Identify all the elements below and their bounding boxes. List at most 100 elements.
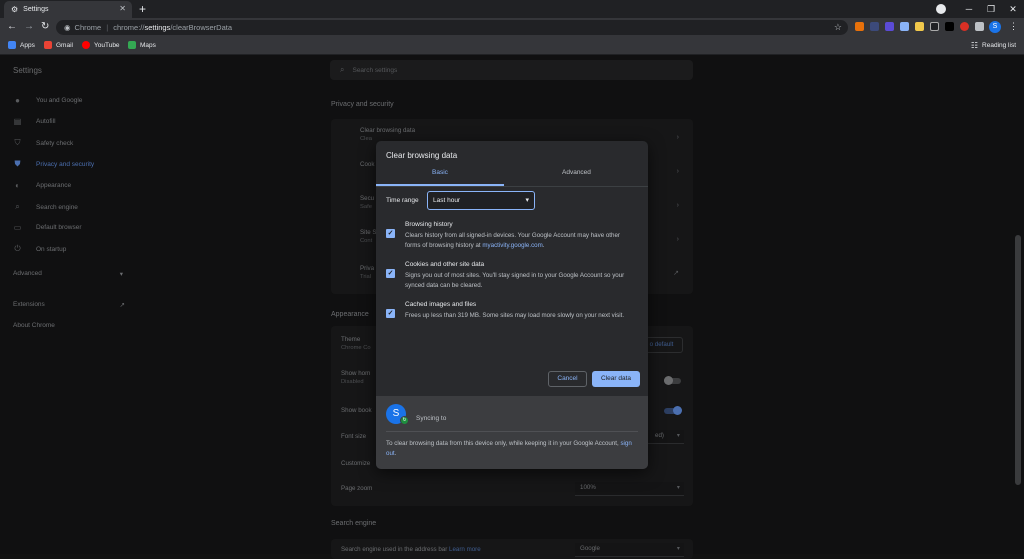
sidebar-item-label: Autofill (36, 118, 56, 125)
chevron-down-icon: ▾ (119, 270, 123, 278)
extension-icon[interactable] (900, 22, 909, 31)
profile-avatar[interactable]: S (989, 21, 1001, 33)
sidebar-item-search-engine[interactable]: ⌕ Search engine (13, 202, 78, 212)
sidebar-item-you-and-google[interactable]: ● You and Google (13, 96, 82, 105)
time-range-select[interactable]: Last hour ▾ (427, 191, 535, 210)
row-title: Show book (341, 407, 372, 414)
apps-icon (8, 41, 16, 49)
learn-more-link[interactable]: Learn more (449, 546, 481, 553)
search-icon: ⌕ (340, 65, 345, 74)
sidebar-item-on-startup[interactable]: ⏻ On startup (13, 244, 66, 254)
clear-data-button[interactable]: Clear data (592, 371, 640, 387)
puzzle-icon[interactable] (975, 22, 984, 31)
option-cookies: ✓ Cookies and other site data Signs you … (386, 261, 638, 295)
url-scheme: chrome:// (113, 23, 145, 32)
window-controls: ─ ❐ ✕ (936, 0, 1024, 18)
sidebar-item-label: Default browser (36, 224, 82, 231)
option-cache: ✓ Cached images and files Frees up less … (386, 301, 638, 335)
privacy-row[interactable]: Secu Safe (360, 195, 374, 210)
profile-indicator-icon[interactable] (936, 4, 946, 14)
bookmark-star-icon[interactable]: ☆ (834, 22, 842, 33)
scrollbar[interactable] (1015, 235, 1021, 485)
show-home-row[interactable]: Show hom Disabled (341, 370, 370, 385)
tab-divider (376, 186, 648, 187)
browsing-history-checkbox[interactable]: ✓ (386, 229, 395, 238)
privacy-row[interactable]: Site S Cont (360, 229, 377, 244)
privacy-row[interactable]: Cook (360, 161, 374, 168)
bookmark-gmail[interactable]: Gmail (44, 41, 73, 49)
sync-icon: ↻ (400, 416, 409, 425)
close-tab-icon[interactable]: ✕ (119, 4, 126, 13)
url-separator: | (106, 23, 109, 32)
option-desc-end: . (542, 242, 545, 249)
privacy-row[interactable]: Priva Trial (360, 265, 374, 280)
reload-icon[interactable]: ↻ (41, 21, 49, 32)
bookmark-maps[interactable]: Maps (128, 41, 156, 49)
extension-icon[interactable] (960, 22, 969, 31)
search-icon: ⌕ (15, 202, 20, 211)
bookmark-label: YouTube (94, 41, 120, 49)
theme-row[interactable]: Theme Chrome Co (341, 336, 371, 351)
search-engine-row: Search engine used in the address bar Le… (341, 546, 481, 553)
option-title: Cached images and files (405, 301, 477, 308)
extensions-bar (855, 22, 984, 31)
show-bookmarks-row[interactable]: Show book (341, 407, 372, 414)
sidebar-item-label: Advanced (13, 270, 42, 277)
external-link-icon: ↗ (673, 270, 679, 277)
sidebar-item-appearance[interactable]: ◐ Appearance (13, 181, 71, 190)
bookmark-apps[interactable]: Apps (8, 41, 35, 49)
extension-icon[interactable] (915, 22, 924, 31)
sync-status: Syncing to (416, 415, 447, 422)
myactivity-link[interactable]: myactivity.google.com (482, 242, 542, 249)
row-subtitle: Trial (360, 274, 372, 280)
address-bar[interactable]: ◉ Chrome | chrome://settings/clearBrowse… (56, 20, 848, 35)
extension-icon[interactable] (870, 22, 879, 31)
page-zoom-select[interactable]: 100% (575, 482, 684, 496)
sidebar-item-autofill[interactable]: ▤ Autofill (13, 117, 56, 126)
bookmark-youtube[interactable]: YouTube (82, 41, 120, 49)
chevron-right-icon: › (676, 202, 679, 209)
extension-icon[interactable] (945, 22, 954, 31)
sidebar-advanced[interactable]: Advanced ▾ (13, 270, 123, 278)
new-tab-button[interactable]: + (139, 2, 146, 16)
extension-icon[interactable] (885, 22, 894, 31)
cookies-checkbox[interactable]: ✓ (386, 269, 395, 278)
sidebar-item-default-browser[interactable]: ▭ Default browser (13, 223, 82, 232)
page-title: Settings (13, 66, 42, 75)
customize-fonts-row[interactable]: Customize (341, 460, 370, 467)
time-range-label: Time range (386, 197, 419, 204)
extension-icon[interactable] (855, 22, 864, 31)
show-home-toggle[interactable] (664, 376, 681, 385)
sidebar-item-label: Search engine (36, 203, 78, 211)
minimize-icon[interactable]: ─ (958, 4, 980, 14)
tab-basic[interactable]: Basic (432, 169, 448, 176)
sidebar-item-privacy[interactable]: ⛊ Privacy and security (13, 159, 95, 169)
sidebar-item-safety-check[interactable]: ⛉ Safety check (13, 138, 74, 148)
option-title: Cookies and other site data (405, 261, 485, 268)
font-size-row: Font size (341, 433, 366, 440)
reading-list[interactable]: ☷ Reading list (971, 41, 1016, 50)
cache-checkbox[interactable]: ✓ (386, 309, 395, 318)
shield-check-icon: ⛉ (14, 138, 21, 147)
search-engine-select[interactable]: Google (575, 543, 684, 557)
tab-advanced[interactable]: Advanced (562, 169, 591, 176)
tab-settings[interactable]: ⚙ Settings ✕ (4, 1, 132, 18)
sidebar-about[interactable]: About Chrome (13, 322, 55, 329)
extension-icon[interactable] (930, 22, 939, 31)
row-title: Customize (341, 460, 371, 467)
privacy-row[interactable]: Clear browsing data Clea (360, 127, 415, 142)
maps-icon (128, 41, 136, 49)
sidebar-extensions[interactable]: Extensions ↗ (13, 301, 125, 309)
search-input[interactable]: ⌕ Search settings (330, 60, 693, 80)
close-window-icon[interactable]: ✕ (1002, 4, 1024, 15)
forward-icon[interactable]: → (24, 21, 34, 32)
option-browsing-history: ✓ Browsing history Clears history from a… (386, 221, 638, 255)
bookmark-label: Gmail (56, 41, 73, 49)
back-icon[interactable]: ← (7, 21, 17, 32)
cancel-button[interactable]: Cancel (548, 371, 587, 387)
menu-icon[interactable]: ⋮ (1009, 21, 1018, 32)
restore-icon[interactable]: ❐ (980, 4, 1002, 15)
row-subtitle: Safe (360, 204, 372, 210)
show-bookmarks-toggle[interactable] (664, 406, 682, 415)
time-range-value: Last hour (433, 197, 461, 204)
